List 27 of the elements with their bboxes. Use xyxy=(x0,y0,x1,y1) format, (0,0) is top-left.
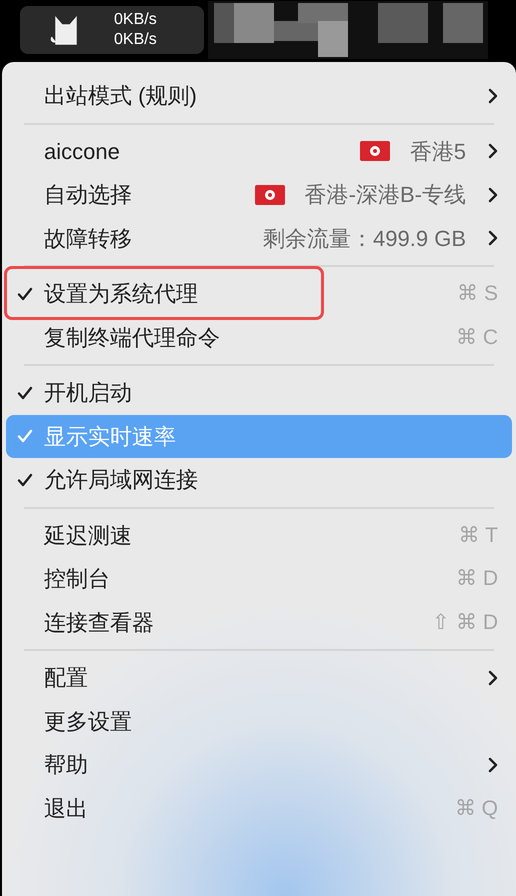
menu-item[interactable]: 更多设置 xyxy=(6,700,512,743)
shortcut-label: ⌘ C xyxy=(456,324,498,350)
menu-item[interactable]: 允许局域网连接 xyxy=(6,458,512,502)
shortcut-label: ⌘ Q xyxy=(454,796,498,822)
menu-item[interactable]: 故障转移 剩余流量：499.9 GB xyxy=(6,216,512,260)
shortcut-label: ⇧ ⌘ D xyxy=(432,610,498,636)
menu-item[interactable]: aiccone 香港5 xyxy=(6,130,512,173)
shortcut-label: ⌘ T xyxy=(458,522,498,548)
menu-item[interactable]: 退出 ⌘ Q xyxy=(6,786,512,830)
menu-item[interactable]: 配置 xyxy=(6,656,512,700)
menu-item[interactable]: 帮助 xyxy=(6,743,512,786)
menu-item[interactable]: 复制终端代理命令 ⌘ C xyxy=(6,316,512,359)
item-detail: 香港-深港B-专线 xyxy=(304,181,466,210)
download-speed: 0KB/s xyxy=(114,30,157,50)
menu-item[interactable]: 开机启动 xyxy=(6,371,512,414)
item-detail: 香港5 xyxy=(410,138,466,166)
upload-speed: 0KB/s xyxy=(114,10,157,30)
menu-item[interactable]: 出站模式 (规则) xyxy=(6,74,512,118)
shortcut-label: ⌘ D xyxy=(456,566,498,592)
menu-bar-widget[interactable]: 0KB/s 0KB/s xyxy=(20,6,204,54)
menu-item[interactable]: 控制台 ⌘ D xyxy=(6,557,512,600)
menu-item[interactable]: 延迟测速 ⌘ T xyxy=(6,514,512,557)
menu-item[interactable]: 连接查看器 ⇧ ⌘ D xyxy=(6,600,512,644)
item-detail: 剩余流量：499.9 GB xyxy=(263,224,466,253)
menu-item[interactable]: 设置为系统代理 ⌘ S xyxy=(6,272,512,316)
menu-item[interactable]: 自动选择 香港-深港B-专线 xyxy=(6,173,512,216)
shortcut-label: ⌘ S xyxy=(457,281,498,307)
